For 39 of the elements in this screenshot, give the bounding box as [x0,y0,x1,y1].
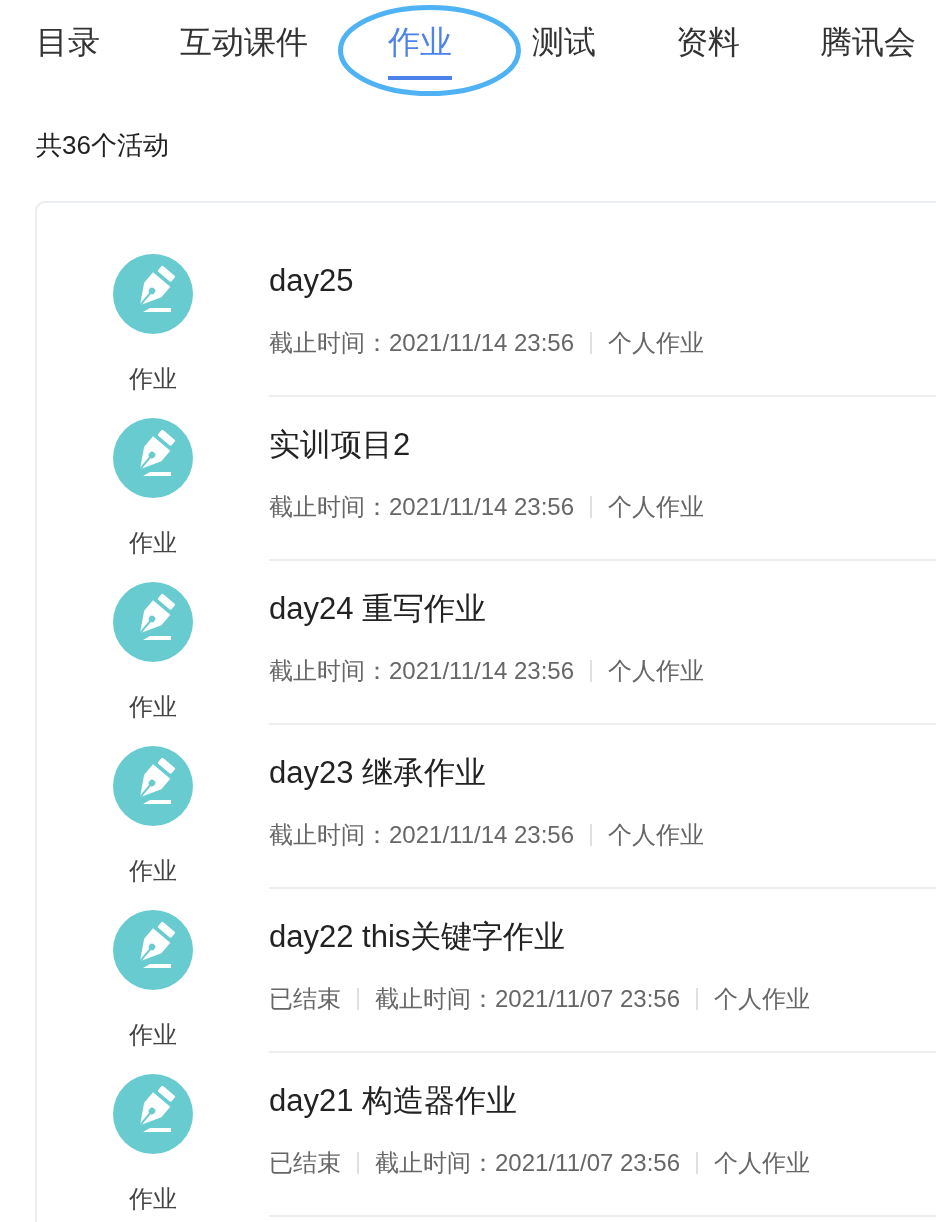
tab[interactable]: 资料 [676,0,740,80]
deadline-text: 截止时间：2021/11/14 23:56 [269,493,575,521]
activity-type-label: 作业 [129,856,177,886]
deadline-text: 截止时间：2021/11/14 23:56 [269,329,575,357]
tab[interactable]: 腾讯会 [820,0,916,80]
assignment-type-text: 个人作业 [714,985,811,1013]
activity-type-label: 作业 [129,692,177,722]
deadline-text: 截止时间：2021/11/07 23:56 [375,1149,681,1177]
assignment-type-text: 个人作业 [608,821,705,849]
activity-type-label: 作业 [129,1020,177,1050]
assignment-type-text: 个人作业 [714,1149,811,1177]
tab[interactable]: 测试 [532,0,596,80]
pen-nib-icon [113,418,193,498]
activity-count: 共36个活动 [36,129,170,161]
pen-nib-icon [113,746,193,826]
activity-title[interactable]: day23 继承作业 [269,755,936,791]
activity-title[interactable]: day25 [269,263,936,299]
activity-type-label: 作业 [129,1184,177,1214]
activity-title[interactable]: day24 重写作业 [269,591,936,627]
deadline-text: 截止时间：2021/11/07 23:56 [375,985,681,1013]
pen-nib-icon [113,1074,193,1154]
assignment-type-text: 个人作业 [608,493,705,521]
pen-nib-icon [113,254,193,334]
assignment-type-text: 个人作业 [608,657,705,685]
activity-title[interactable]: day21 构造器作业 [269,1083,936,1119]
pen-nib-icon [113,582,193,662]
tab[interactable]: 互动课件 [180,0,308,80]
tab[interactable]: 作业 [388,0,452,80]
activity-title[interactable]: 实训项目2 [269,427,936,463]
status-text: 已结束 [269,985,341,1013]
activity-title[interactable]: day22 this关键字作业 [269,919,936,955]
status-text: 已结束 [269,1149,341,1177]
activity-type-label: 作业 [129,528,177,558]
assignment-type-text: 个人作业 [608,329,705,357]
activity-type-label: 作业 [129,364,177,394]
tab[interactable]: 目录 [36,0,100,80]
pen-nib-icon [113,910,193,990]
deadline-text: 截止时间：2021/11/14 23:56 [269,821,575,849]
deadline-text: 截止时间：2021/11/14 23:56 [269,657,575,685]
